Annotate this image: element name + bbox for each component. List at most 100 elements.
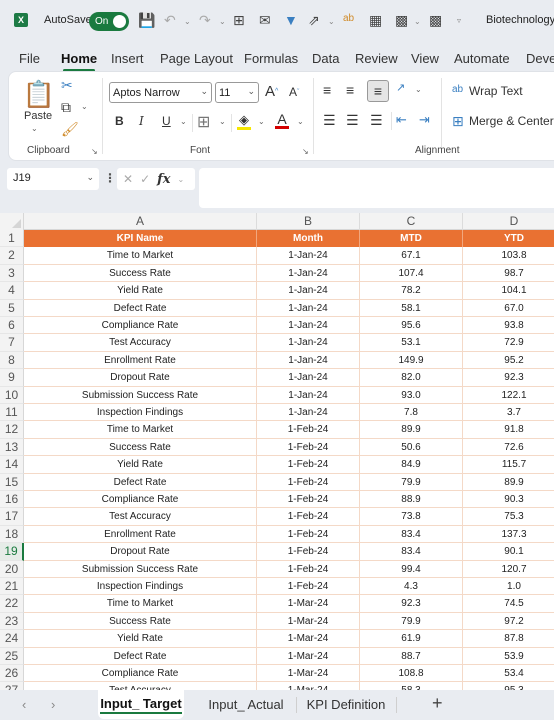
kpi-name-cell[interactable]: Time to Market — [24, 421, 257, 439]
month-cell[interactable]: 1-Feb-24 — [257, 421, 360, 439]
tab-view[interactable]: View — [411, 51, 439, 66]
kpi-name-cell[interactable]: Time to Market — [24, 247, 257, 265]
enter-icon[interactable]: ✓ — [140, 172, 150, 186]
mtd-cell[interactable]: 89.9 — [360, 421, 463, 439]
tab-formulas[interactable]: Formulas — [244, 51, 298, 66]
ytd-cell[interactable]: 72.6 — [463, 439, 554, 457]
column-header-a[interactable]: A — [24, 213, 257, 230]
customize-toolbar-icon[interactable]: ▿ — [457, 16, 461, 25]
merge-center-button[interactable]: Merge & Center — [469, 114, 554, 128]
sheet-tab-input-actual[interactable]: Input_ Actual — [200, 690, 292, 719]
spelling-icon[interactable]: ab — [343, 13, 354, 24]
month-cell[interactable]: 1-Mar-24 — [257, 682, 360, 690]
align-top-icon[interactable]: ≡ — [323, 82, 331, 98]
orientation-icon[interactable]: ↗ — [396, 81, 405, 94]
month-cell[interactable]: 1-Mar-24 — [257, 612, 360, 631]
mtd-cell[interactable]: 88.9 — [360, 491, 463, 509]
month-cell[interactable]: 1-Jan-24 — [257, 264, 360, 283]
kpi-name-cell[interactable]: Submission Success Rate — [24, 386, 257, 404]
font-color-dropdown-icon[interactable]: ⌄ — [297, 117, 304, 126]
font-name-select[interactable]: Aptos Narrow ⌄ — [109, 82, 212, 103]
kpi-name-cell[interactable]: Enrollment Rate — [24, 525, 257, 544]
ytd-cell[interactable]: 75.3 — [463, 508, 554, 526]
font-launcher-icon[interactable]: ↘ — [302, 147, 309, 156]
borders-dropdown-icon[interactable]: ⌄ — [219, 117, 226, 126]
merge-center-icon[interactable]: ⊞ — [452, 113, 464, 130]
ytd-cell[interactable]: 122.1 — [463, 387, 554, 404]
share-dropdown-icon[interactable]: ⌄ — [328, 17, 335, 26]
month-cell[interactable]: 1-Mar-24 — [257, 595, 360, 613]
kpi-name-cell[interactable]: Defect Rate — [24, 647, 257, 665]
previous-sheet-icon[interactable]: ‹ — [22, 697, 26, 712]
header-month[interactable]: Month — [257, 230, 360, 248]
mtd-cell[interactable]: 4.3 — [360, 578, 463, 596]
mtd-cell[interactable]: 83.4 — [360, 525, 463, 544]
ytd-cell[interactable]: 3.7 — [463, 404, 554, 422]
function-dropdown-icon[interactable]: ⌄ — [177, 175, 184, 184]
paste-dropdown-icon[interactable]: ⌄ — [31, 124, 38, 133]
mtd-cell[interactable]: 88.7 — [360, 647, 463, 665]
email-icon[interactable]: ✉ — [259, 12, 271, 29]
ytd-cell[interactable]: 120.7 — [463, 561, 554, 578]
mtd-cell[interactable]: 79.9 — [360, 473, 463, 491]
insert-function-icon[interactable]: fx — [157, 172, 170, 187]
add-sheet-button[interactable]: + — [432, 693, 443, 714]
name-box[interactable]: J19 ⌄ — [7, 168, 99, 190]
ytd-cell[interactable]: 72.9 — [463, 334, 554, 352]
mtd-cell[interactable]: 93.0 — [360, 386, 463, 404]
mtd-cell[interactable]: 95.6 — [360, 317, 463, 335]
ytd-cell[interactable]: 53.9 — [463, 648, 554, 665]
align-bottom-icon[interactable]: ≡ — [367, 80, 389, 102]
kpi-name-cell[interactable]: Compliance Rate — [24, 491, 257, 509]
ytd-cell[interactable]: 104.1 — [463, 282, 554, 300]
row-number[interactable]: 1 — [0, 230, 24, 248]
redo-dropdown-icon[interactable]: ⌄ — [219, 17, 226, 26]
month-cell[interactable]: 1-Feb-24 — [257, 560, 360, 578]
ytd-cell[interactable]: 115.7 — [463, 456, 554, 474]
kpi-name-cell[interactable]: Test Accuracy — [24, 508, 257, 526]
filter-icon[interactable]: ▼ — [284, 12, 298, 28]
row-number[interactable]: 21 — [0, 578, 24, 596]
mtd-cell[interactable]: 73.8 — [360, 508, 463, 526]
tab-insert[interactable]: Insert — [111, 51, 144, 66]
ytd-cell[interactable]: 103.8 — [463, 247, 554, 265]
month-cell[interactable]: 1-Feb-24 — [257, 525, 360, 544]
month-cell[interactable]: 1-Feb-24 — [257, 578, 360, 596]
row-number[interactable]: 6 — [0, 317, 24, 335]
row-number[interactable]: 18 — [0, 525, 24, 544]
font-size-select[interactable]: 11 ⌄ — [215, 82, 259, 103]
form-icon[interactable]: ▦ — [369, 12, 382, 29]
calculator-icon[interactable]: ▩ — [395, 12, 408, 29]
row-number[interactable]: 2 — [0, 247, 24, 265]
mtd-cell[interactable]: 58.1 — [360, 299, 463, 317]
row-number[interactable]: 4 — [0, 282, 24, 300]
kpi-name-cell[interactable]: Success Rate — [24, 438, 257, 457]
row-number[interactable]: 20 — [0, 560, 24, 578]
ytd-cell[interactable]: 137.3 — [463, 526, 554, 544]
column-header-c[interactable]: C — [360, 213, 463, 230]
kpi-name-cell[interactable]: Yield Rate — [24, 456, 257, 474]
ytd-cell[interactable]: 97.2 — [463, 613, 554, 631]
undo-dropdown-icon[interactable]: ⌄ — [184, 17, 191, 26]
borders-icon[interactable]: ⊞ — [233, 12, 245, 29]
mtd-cell[interactable]: 58.3 — [360, 682, 463, 690]
kpi-name-cell[interactable]: Yield Rate — [24, 282, 257, 300]
tab-automate[interactable]: Automate — [454, 51, 510, 66]
month-cell[interactable]: 1-Feb-24 — [257, 438, 360, 457]
mtd-cell[interactable]: 92.3 — [360, 595, 463, 613]
font-color-button[interactable]: A — [275, 111, 289, 129]
mtd-cell[interactable]: 84.9 — [360, 456, 463, 474]
mtd-cell[interactable]: 82.0 — [360, 369, 463, 387]
mtd-cell[interactable]: 149.9 — [360, 351, 463, 370]
copy-dropdown-icon[interactable]: ⌄ — [81, 102, 88, 111]
mtd-cell[interactable]: 79.9 — [360, 612, 463, 631]
kpi-name-cell[interactable]: Dropout Rate — [24, 543, 257, 561]
ytd-cell[interactable]: 89.9 — [463, 474, 554, 491]
mtd-cell[interactable]: 50.6 — [360, 438, 463, 457]
month-cell[interactable]: 1-Jan-24 — [257, 282, 360, 300]
wrap-text-icon[interactable]: ab — [452, 84, 463, 95]
undo-icon[interactable]: ↶ — [164, 12, 176, 29]
mtd-cell[interactable]: 53.1 — [360, 334, 463, 352]
tab-file[interactable]: File — [19, 51, 40, 66]
row-number[interactable]: 11 — [0, 404, 24, 422]
